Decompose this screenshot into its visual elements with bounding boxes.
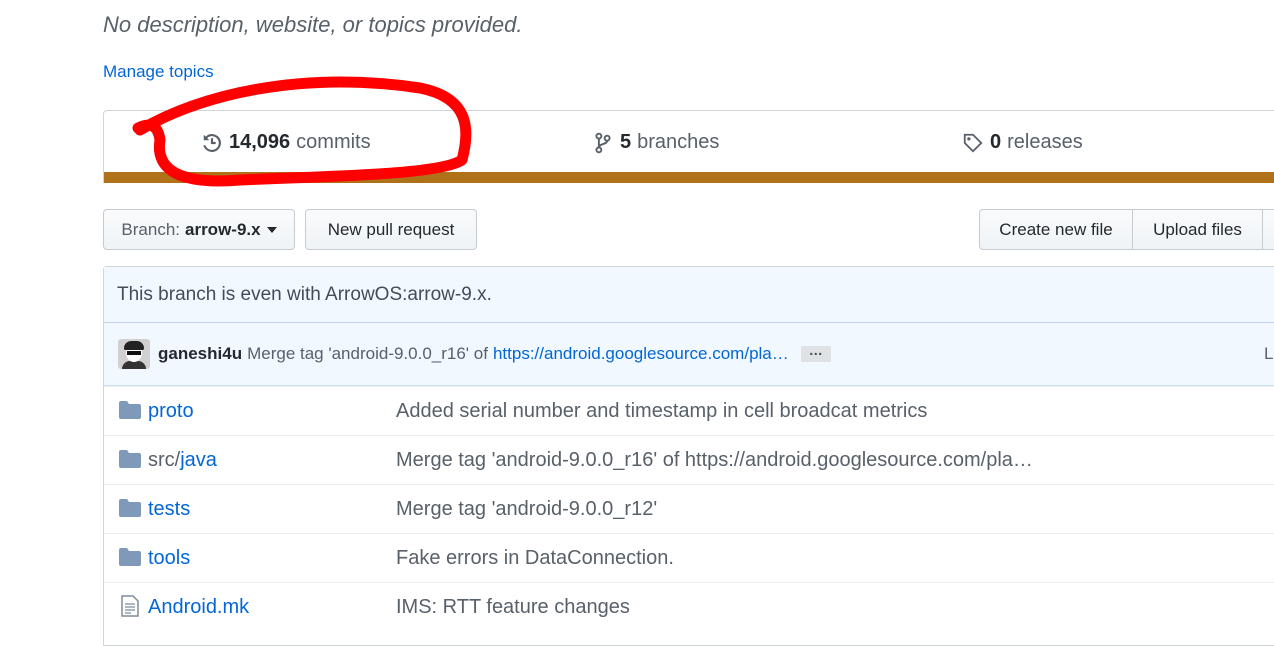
file-name[interactable]: proto [148, 400, 194, 423]
create-new-file-button[interactable]: Create new file [979, 209, 1133, 250]
upload-files-button[interactable]: Upload files [1133, 209, 1263, 250]
branch-name: arrow-9.x [185, 219, 261, 239]
branches-stat[interactable]: 5 branches [592, 131, 719, 154]
file-row[interactable]: tools Fake errors in DataConnection. [104, 533, 1274, 582]
history-icon [203, 133, 221, 152]
releases-label: releases [1007, 131, 1083, 153]
folder-icon [119, 401, 141, 419]
caret-down-icon [266, 226, 277, 233]
file-row[interactable]: tests Merge tag 'android-9.0.0_r12' [104, 484, 1274, 533]
branches-label: branches [637, 131, 720, 153]
commit-author[interactable]: ganeshi4u [158, 344, 242, 364]
file-commit-message[interactable]: Fake errors in DataConnection. [396, 547, 674, 570]
manage-topics-link[interactable]: Manage topics [103, 62, 214, 82]
file-actions-group: Create new file Upload files [979, 209, 1274, 250]
releases-count: 0 [990, 131, 1002, 153]
numbers-summary: 14,096 commits 5 branches 0 releases [103, 110, 1274, 183]
file-commit-message[interactable]: Added serial number and timestamp in cel… [396, 400, 927, 423]
file-row[interactable]: Android.mk IMS: RTT feature changes [104, 582, 1274, 631]
commits-stat[interactable]: 14,096 commits [201, 131, 371, 154]
branch-prefix: Branch: [121, 219, 180, 239]
folder-icon [119, 499, 141, 517]
avatar[interactable] [118, 339, 150, 369]
file-commit-message[interactable]: Merge tag 'android-9.0.0_r16' of https:/… [396, 449, 1033, 472]
file-name[interactable]: tools [148, 547, 190, 570]
file-browser: This branch is even with ArrowOS:arrow-9… [103, 266, 1274, 646]
find-file-button[interactable] [1263, 209, 1274, 250]
releases-stat[interactable]: 0 releases [962, 131, 1083, 154]
branch-selector-button[interactable]: Branch: arrow-9.x [103, 209, 295, 250]
file-commit-message[interactable]: Merge tag 'android-9.0.0_r12' [396, 498, 657, 521]
file-name[interactable]: src/java [148, 449, 217, 472]
latest-commit-bar: ganeshi4u Merge tag 'android-9.0.0_r16' … [104, 323, 1274, 386]
latest-commit-info[interactable]: L [1264, 344, 1273, 364]
branch-status: This branch is even with ArrowOS:arrow-9… [104, 267, 1274, 323]
file-row[interactable]: src/java Merge tag 'android-9.0.0_r16' o… [104, 435, 1274, 484]
file-commit-message[interactable]: IMS: RTT feature changes [396, 596, 630, 619]
commits-label: commits [296, 131, 371, 153]
expand-ellipsis-button[interactable]: … [800, 343, 831, 362]
language-bar[interactable] [104, 172, 1274, 183]
file-icon [121, 595, 139, 617]
file-row[interactable]: proto Added serial number and timestamp … [104, 386, 1274, 435]
commit-message[interactable]: Merge tag 'android-9.0.0_r16' of [247, 344, 488, 364]
repo-description: No description, website, or topics provi… [103, 12, 523, 37]
branch-icon [595, 132, 611, 153]
file-name[interactable]: Android.mk [148, 596, 249, 619]
folder-icon [119, 450, 141, 468]
commit-link[interactable]: https://android.googlesource.com/pla… [493, 344, 789, 364]
file-name[interactable]: tests [148, 498, 190, 521]
folder-icon [119, 548, 141, 566]
branches-count: 5 [620, 131, 632, 153]
commits-count: 14,096 [229, 131, 291, 153]
tag-icon [963, 133, 983, 153]
new-pull-request-button[interactable]: New pull request [305, 209, 477, 250]
